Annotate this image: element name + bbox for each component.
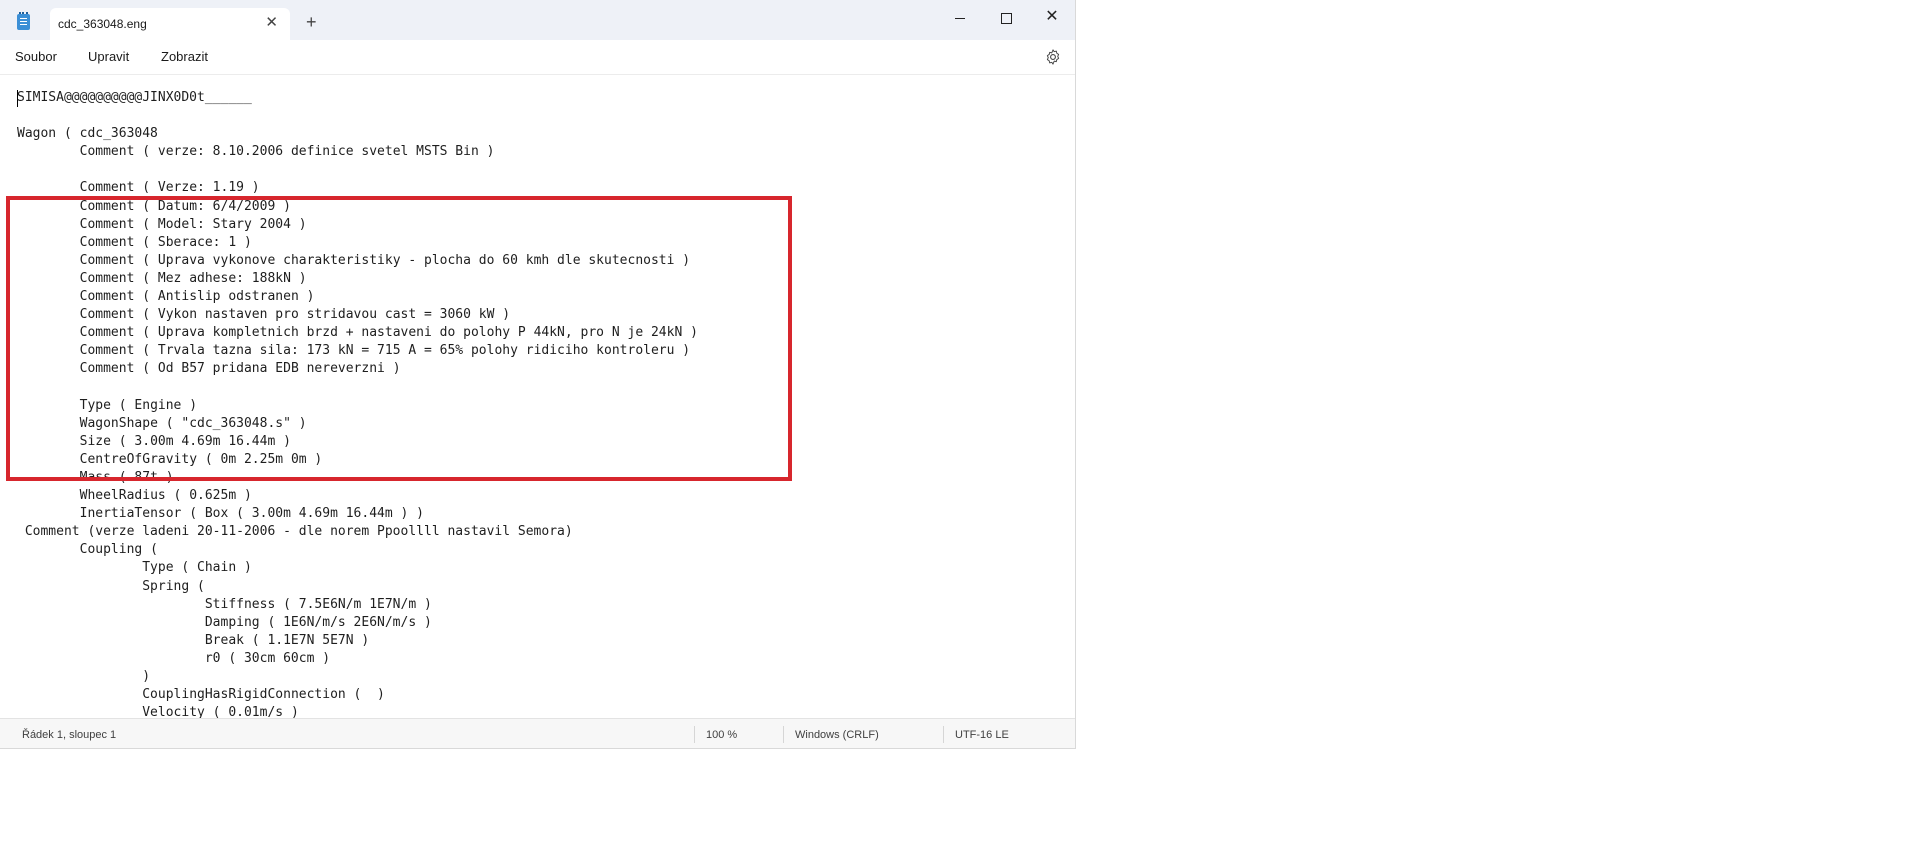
editor-line[interactable]: Velocity ( 0.01m/s ) bbox=[17, 705, 299, 718]
editor-line[interactable]: Size ( 3.00m 4.69m 16.44m ) bbox=[17, 434, 291, 449]
editor-line[interactable]: ) bbox=[17, 669, 150, 684]
notepad-window: cdc_363048.eng ✕ + ✕ Soubor Upravit Zobr… bbox=[0, 0, 1076, 749]
tab-title: cdc_363048.eng bbox=[58, 17, 147, 31]
line-endings[interactable]: Windows (CRLF) bbox=[795, 729, 879, 741]
editor-line[interactable]: Type ( Chain ) bbox=[17, 560, 252, 575]
editor-line[interactable]: Comment ( Sberace: 1 ) bbox=[17, 235, 252, 250]
editor-line[interactable]: Damping ( 1E6N/m/s 2E6N/m/s ) bbox=[17, 615, 432, 630]
editor-line[interactable]: SIMISA@@@@@@@@@@JINX0D0t______ bbox=[17, 90, 252, 105]
editor-line[interactable]: CentreOfGravity ( 0m 2.25m 0m ) bbox=[17, 452, 323, 467]
status-bar: Řádek 1, sloupec 1 100 % Windows (CRLF) … bbox=[0, 718, 1075, 748]
editor-line[interactable]: Comment ( Datum: 6/4/2009 ) bbox=[17, 199, 291, 214]
editor-line[interactable]: r0 ( 30cm 60cm ) bbox=[17, 651, 330, 666]
maximize-icon bbox=[1000, 12, 1012, 24]
editor-line[interactable]: Coupling ( bbox=[17, 542, 158, 557]
editor-content[interactable]: SIMISA@@@@@@@@@@JINX0D0t______ Wagon ( c… bbox=[17, 89, 698, 718]
editor-line[interactable]: Comment ( verze: 8.10.2006 definice svet… bbox=[17, 144, 495, 159]
editor-line[interactable]: CouplingHasRigidConnection ( ) bbox=[17, 687, 385, 702]
editor-line[interactable]: Comment ( Trvala tazna sila: 173 kN = 71… bbox=[17, 343, 690, 358]
gear-icon[interactable] bbox=[1044, 48, 1062, 66]
menu-bar: Soubor Upravit Zobrazit bbox=[0, 40, 1075, 75]
editor-line[interactable]: InertiaTensor ( Box ( 3.00m 4.69m 16.44m… bbox=[17, 506, 424, 521]
new-tab-icon[interactable]: + bbox=[306, 13, 317, 31]
editor-line[interactable]: WheelRadius ( 0.625m ) bbox=[17, 488, 252, 503]
zoom-level[interactable]: 100 % bbox=[706, 729, 737, 741]
encoding[interactable]: UTF-16 LE bbox=[955, 729, 1009, 741]
editor-line[interactable]: Stiffness ( 7.5E6N/m 1E7N/m ) bbox=[17, 597, 432, 612]
cursor-position: Řádek 1, sloupec 1 bbox=[22, 729, 117, 741]
minimize-icon bbox=[955, 17, 965, 19]
close-window-button[interactable]: ✕ bbox=[1032, 4, 1072, 30]
editor-line[interactable]: Mass ( 87t ) bbox=[17, 470, 174, 485]
notepad-app-icon bbox=[17, 12, 30, 30]
editor-line[interactable]: Comment ( Uprava kompletnich brzd + nast… bbox=[17, 325, 698, 340]
status-divider bbox=[783, 726, 784, 743]
editor-line[interactable]: Comment ( Antislip odstranen ) bbox=[17, 289, 315, 304]
menu-view[interactable]: Zobrazit bbox=[161, 49, 208, 64]
minimize-button[interactable] bbox=[940, 4, 980, 30]
editor-line[interactable]: Comment ( Mez adhese: 188kN ) bbox=[17, 271, 307, 286]
editor-line[interactable]: Comment (verze ladeni 20-11-2006 - dle n… bbox=[17, 524, 573, 539]
status-divider bbox=[943, 726, 944, 743]
tab-document[interactable]: cdc_363048.eng ✕ bbox=[50, 8, 290, 40]
editor-line[interactable]: Spring ( bbox=[17, 579, 205, 594]
maximize-button[interactable] bbox=[986, 4, 1026, 30]
editor-line[interactable]: Comment ( Od B57 pridana EDB nereverzni … bbox=[17, 361, 401, 376]
text-editor[interactable]: SIMISA@@@@@@@@@@JINX0D0t______ Wagon ( c… bbox=[0, 75, 1075, 718]
menu-file[interactable]: Soubor bbox=[15, 49, 57, 64]
close-tab-icon[interactable]: ✕ bbox=[265, 15, 278, 30]
editor-line[interactable]: Comment ( Verze: 1.19 ) bbox=[17, 180, 260, 195]
editor-line[interactable]: Comment ( Uprava vykonove charakteristik… bbox=[17, 253, 690, 268]
editor-line[interactable]: Comment ( Vykon nastaven pro stridavou c… bbox=[17, 307, 510, 322]
editor-line[interactable]: Wagon ( cdc_363048 bbox=[17, 126, 158, 141]
editor-line[interactable]: Comment ( Model: Stary 2004 ) bbox=[17, 217, 307, 232]
editor-line[interactable]: WagonShape ( "cdc_363048.s" ) bbox=[17, 416, 307, 431]
text-caret bbox=[17, 90, 18, 107]
editor-line[interactable]: Break ( 1.1E7N 5E7N ) bbox=[17, 633, 369, 648]
editor-line[interactable]: Type ( Engine ) bbox=[17, 398, 197, 413]
status-divider bbox=[694, 726, 695, 743]
title-bar[interactable]: cdc_363048.eng ✕ + ✕ bbox=[0, 0, 1075, 40]
menu-edit[interactable]: Upravit bbox=[88, 49, 129, 64]
